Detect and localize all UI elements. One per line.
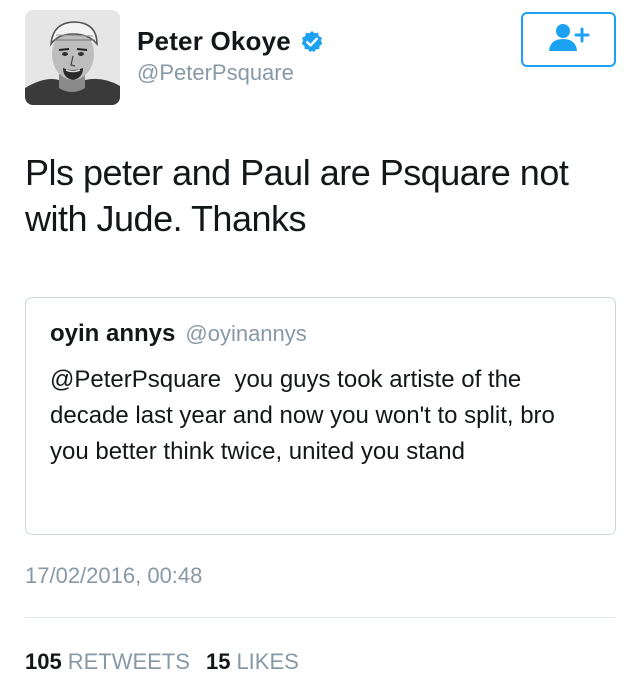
divider xyxy=(25,617,615,618)
author-name-row: Peter Okoye xyxy=(137,26,324,57)
quoted-tweet-text: @PeterPsquare you guys took artiste of t… xyxy=(50,366,562,465)
retweets-stat[interactable]: 105 RETWEETS xyxy=(25,649,190,674)
retweets-count: 105 xyxy=(25,649,62,674)
likes-label: LIKES xyxy=(236,649,299,674)
retweets-label: RETWEETS xyxy=(67,649,190,674)
likes-stat[interactable]: 15 LIKES xyxy=(206,649,299,674)
likes-count: 15 xyxy=(205,649,231,674)
tweet-timestamp[interactable]: 17/02/2016, 00:48 xyxy=(25,563,202,589)
follow-button[interactable] xyxy=(521,12,616,67)
quoted-author-handle: @oyinannys xyxy=(185,321,307,346)
profile-photo-icon xyxy=(25,10,120,105)
tweet-text: Pls peter and Paul are Psquare not with … xyxy=(25,152,569,239)
quoted-tweet-header: oyin annys @oyinannys xyxy=(50,320,307,348)
avatar[interactable] xyxy=(25,10,120,105)
quoted-tweet[interactable]: oyin annys @oyinannys @PeterPsquare you g… xyxy=(25,297,616,535)
add-user-icon xyxy=(548,21,590,58)
engagement-stats: 105 RETWEETS 15 LIKES xyxy=(25,649,299,675)
author-handle[interactable]: @PeterPsquare xyxy=(137,60,294,86)
author-name[interactable]: Peter Okoye xyxy=(137,26,291,57)
quoted-author-name: oyin annys xyxy=(50,320,176,347)
verified-badge-icon xyxy=(300,30,324,54)
